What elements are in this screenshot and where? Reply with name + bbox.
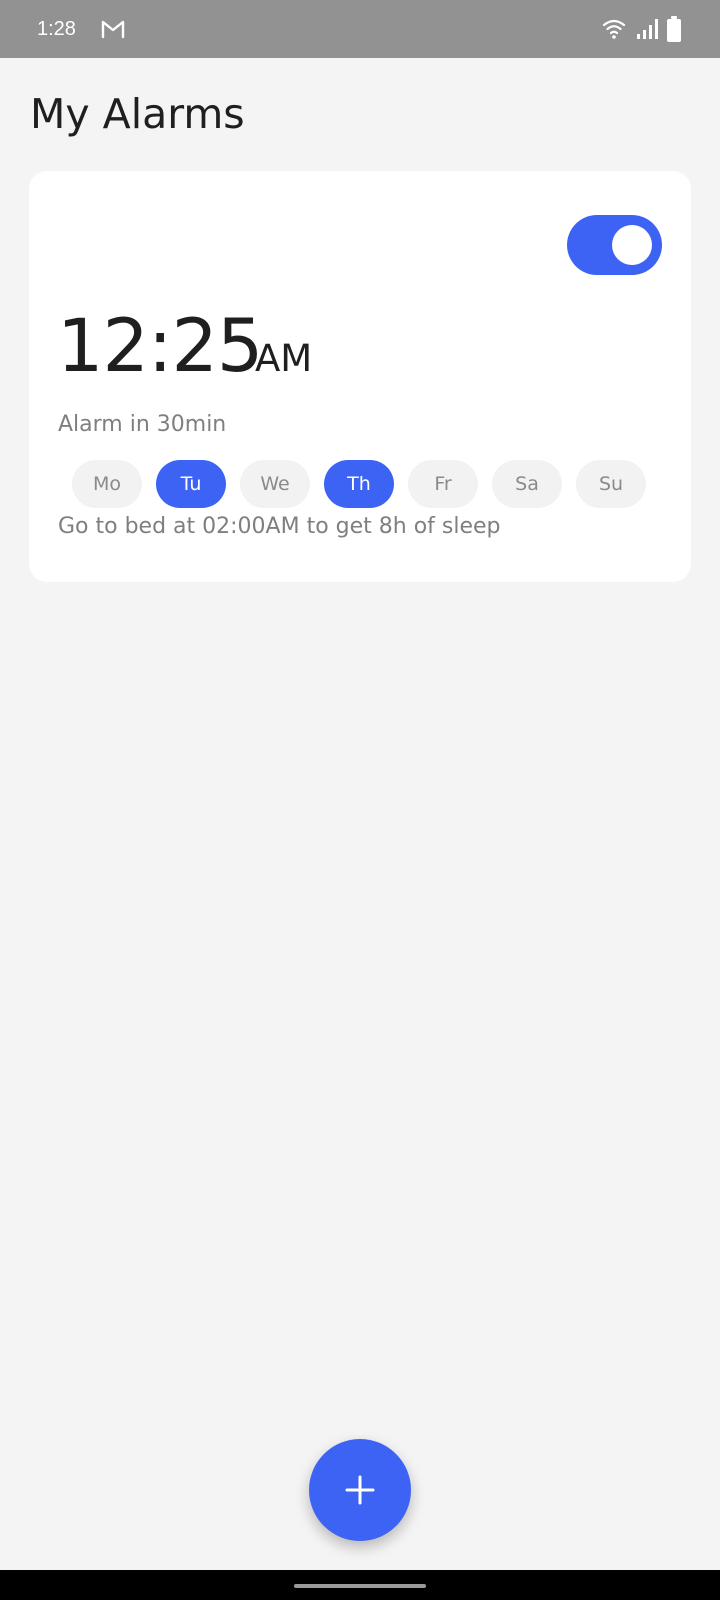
add-alarm-button[interactable] bbox=[309, 1439, 411, 1541]
alarm-countdown: Alarm in 30min bbox=[58, 412, 227, 437]
status-bar: 1:28 bbox=[0, 0, 720, 58]
weekday-selector: Mo Tu We Th Fr Sa Su bbox=[72, 460, 652, 508]
navigation-bar bbox=[0, 1570, 720, 1600]
signal-icon bbox=[637, 19, 658, 39]
day-chip-sa[interactable]: Sa bbox=[492, 460, 562, 508]
plus-icon bbox=[345, 1475, 375, 1505]
alarm-toggle[interactable] bbox=[567, 215, 662, 275]
day-chip-th[interactable]: Th bbox=[324, 460, 394, 508]
wifi-icon bbox=[602, 19, 626, 39]
alarm-ampm: AM bbox=[255, 337, 313, 380]
gmail-icon bbox=[101, 20, 125, 39]
battery-icon bbox=[667, 16, 681, 42]
status-time: 1:28 bbox=[37, 18, 76, 40]
day-chip-tu[interactable]: Tu bbox=[156, 460, 226, 508]
toggle-knob bbox=[612, 225, 652, 265]
day-chip-we[interactable]: We bbox=[240, 460, 310, 508]
home-gesture-handle[interactable] bbox=[294, 1584, 426, 1588]
bedtime-hint: Go to bed at 02:00AM to get 8h of sleep bbox=[58, 514, 501, 539]
day-chip-mo[interactable]: Mo bbox=[72, 460, 142, 508]
day-chip-su[interactable]: Su bbox=[576, 460, 646, 508]
alarm-time: 12:25 bbox=[57, 304, 263, 389]
alarm-card[interactable]: 12:25 AM Alarm in 30min Mo Tu We Th Fr S… bbox=[29, 171, 691, 582]
day-chip-fr[interactable]: Fr bbox=[408, 460, 478, 508]
page-title: My Alarms bbox=[30, 90, 245, 138]
